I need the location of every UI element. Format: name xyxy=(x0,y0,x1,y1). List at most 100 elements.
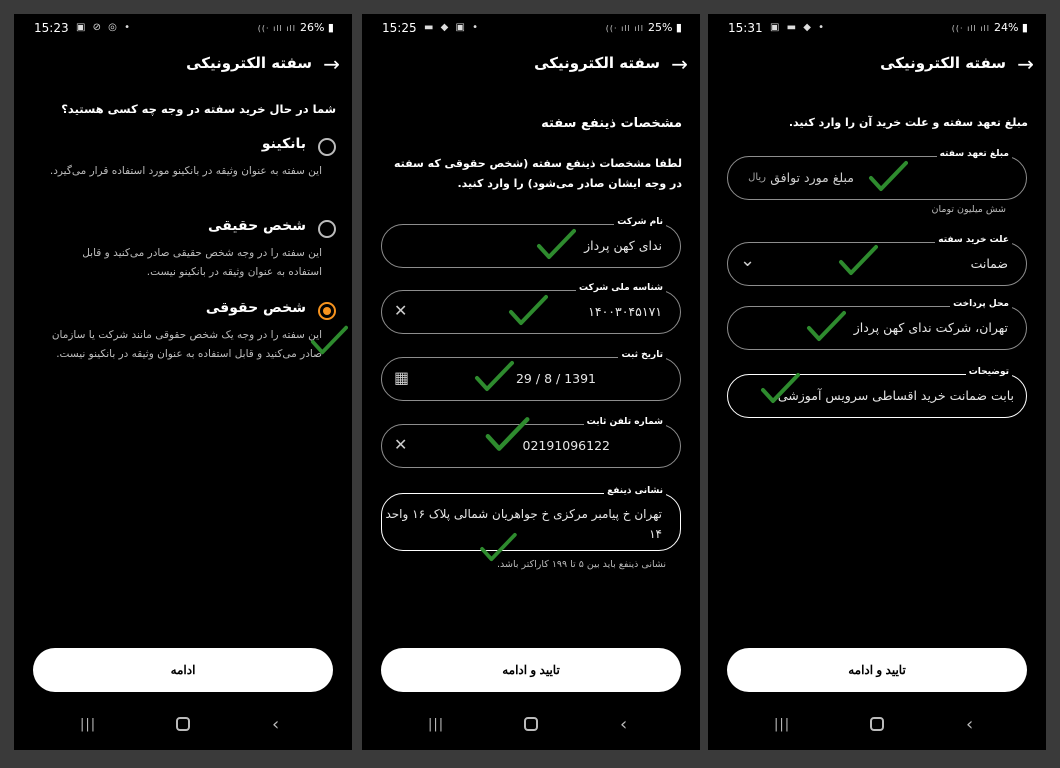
notification-icons: ▣ ▬ ◆ • xyxy=(770,22,827,33)
clear-x-icon[interactable]: ✕ xyxy=(394,435,407,454)
field-value: بابت ضمانت خرید اقساطی سرویس آموزشی xyxy=(777,388,1014,403)
status-bar: 15:23 ▣ ⊘ ◎ • ((· ıll ıll 26% ▮ xyxy=(14,14,352,42)
nav-back-icon[interactable]: ‹ xyxy=(966,714,973,735)
option-title-natural-person: شخص حقیقی xyxy=(208,218,306,234)
nav-bar: ||| ‹ xyxy=(362,714,700,736)
instruction-text: لطفا مشخصات ذینفع سفته (شخص حقوقی که سفت… xyxy=(393,157,682,190)
checkmark-icon xyxy=(508,294,548,326)
field-label: توضیحات xyxy=(965,367,1012,377)
page-title: سفته الکترونیکی xyxy=(534,54,660,72)
checkmark-icon xyxy=(474,532,522,562)
back-arrow-icon[interactable]: → xyxy=(671,52,688,76)
phone-screen-2: 15:25 ▬ ◆ ▣ • ((· ıll ıll 25% ▮ → سفته ال… xyxy=(362,14,700,750)
field-label: علت خرید سفته xyxy=(935,235,1012,245)
status-right: ((· ıll ıll 24% ▮ xyxy=(952,21,1028,34)
back-arrow-icon[interactable]: → xyxy=(1017,52,1034,76)
instruction-text: مبلغ تعهد سفته و علت خرید آن را وارد کنی… xyxy=(788,116,1028,129)
checkmark-icon xyxy=(474,360,514,392)
status-bar: 15:31 ▣ ▬ ◆ • ((· ıll ıll 24% ▮ xyxy=(708,14,1046,42)
page-title: سفته الکترونیکی xyxy=(880,54,1006,72)
phone-number-field[interactable]: شماره تلفن ثابت 02191096122 ✕ xyxy=(381,417,681,468)
signal-icon: ((· ıll ıll xyxy=(257,24,296,33)
currency-suffix: ریال xyxy=(748,172,766,183)
status-time: 15:23 xyxy=(34,21,69,35)
signal-icon: ((· ıll ıll xyxy=(605,24,644,33)
home-icon[interactable] xyxy=(524,717,538,731)
radio-natural-person[interactable] xyxy=(318,220,336,238)
field-label: مبلغ تعهد سفته xyxy=(936,149,1012,159)
status-bar: 15:25 ▬ ◆ ▣ • ((· ıll ıll 25% ▮ xyxy=(362,14,700,42)
battery-level: 24% xyxy=(993,21,1019,34)
confirm-continue-button[interactable]: تایید و ادامه xyxy=(727,648,1027,692)
field-value: ۱۴۰۰۳۰۴۵۱۷۱ xyxy=(588,304,662,319)
confirm-continue-button[interactable]: تایید و ادامه xyxy=(381,648,681,692)
back-arrow-icon[interactable]: → xyxy=(323,52,340,76)
section-title: مشخصات ذینفع سفته xyxy=(541,116,682,131)
chevron-down-icon[interactable]: ⌄ xyxy=(740,250,755,271)
recents-icon[interactable]: ||| xyxy=(80,717,96,732)
address-hint: نشانی ذینفع باید بین ۵ تا ۱۹۹ کاراکتر با… xyxy=(497,559,666,570)
battery-icon: ▮ xyxy=(672,21,682,34)
nav-back-icon[interactable]: ‹ xyxy=(620,714,627,735)
address-field[interactable]: نشانی ذینفع تهران خ پیامبر مرکزی خ جواهر… xyxy=(381,486,681,551)
option-desc-natural-person: این سفته را در وجه شخص حقیقی صادر می‌کنی… xyxy=(82,247,322,278)
home-icon[interactable] xyxy=(176,717,190,731)
battery-level: 26% xyxy=(299,21,325,34)
recents-icon[interactable]: ||| xyxy=(428,717,444,732)
phone-screen-3: 15:31 ▣ ▬ ◆ • ((· ıll ıll 24% ▮ → سفته ال… xyxy=(708,14,1046,750)
field-value: تهران، شرکت ندای کهن پرداز xyxy=(853,320,1008,335)
notification-icons: ▣ ⊘ ◎ • xyxy=(76,22,132,33)
battery-level: 25% xyxy=(647,21,673,34)
option-desc-bankino: این سفته به عنوان وثیقه در بانکینو مورد … xyxy=(49,165,322,177)
checkmark-icon xyxy=(310,320,348,360)
continue-button[interactable]: ادامه xyxy=(33,648,333,692)
status-time: 15:25 xyxy=(382,21,417,35)
payment-location-field[interactable]: محل پرداخت تهران، شرکت ندای کهن پرداز xyxy=(727,299,1027,350)
radio-legal-person[interactable] xyxy=(318,302,336,320)
checkmark-icon xyxy=(868,160,908,192)
option-title-legal-person: شخص حقوقی xyxy=(205,300,306,316)
signal-icon: ((· ıll ıll xyxy=(951,24,990,33)
nav-bar: ||| ‹ xyxy=(14,714,352,736)
radio-bankino[interactable] xyxy=(318,138,336,156)
status-right: ((· ıll ıll 25% ▮ xyxy=(606,21,682,34)
app-bar: → سفته الکترونیکی xyxy=(14,52,352,80)
checkmark-icon xyxy=(838,244,878,276)
field-value: 02191096122 xyxy=(522,438,610,453)
battery-icon: ▮ xyxy=(1018,21,1028,34)
field-value: ندای کهن پرداز xyxy=(584,238,662,253)
app-bar: → سفته الکترونیکی xyxy=(708,52,1046,80)
notification-icons: ▬ ◆ ▣ • xyxy=(424,22,481,33)
field-value: تهران خ پیامبر مرکزی خ جواهریان شمالی پل… xyxy=(385,507,662,541)
field-label: تاریخ ثبت xyxy=(618,350,666,360)
option-desc-legal-person: این سفته را در وجه یک شخص حقوقی مانند شر… xyxy=(51,329,322,360)
clear-x-icon[interactable]: ✕ xyxy=(394,301,407,320)
amount-in-words: شش میلیون تومان xyxy=(931,204,1006,215)
field-label: محل پرداخت xyxy=(950,299,1012,309)
field-value: ضمانت xyxy=(970,256,1008,271)
field-value: 1391 / 8 / 29 xyxy=(515,371,596,386)
field-label: نشانی ذینفع xyxy=(604,486,666,496)
checkmark-icon xyxy=(536,228,576,260)
field-label: شناسه ملی شرکت xyxy=(575,283,666,293)
page-title: سفته الکترونیکی xyxy=(186,54,312,72)
field-value: مبلغ مورد توافق xyxy=(770,170,854,185)
checkmark-icon xyxy=(484,416,530,452)
field-label: نام شرکت xyxy=(614,217,666,227)
nav-back-icon[interactable]: ‹ xyxy=(272,714,279,735)
nav-bar: ||| ‹ xyxy=(708,714,1046,736)
checkmark-icon xyxy=(760,372,800,404)
registration-date-field[interactable]: تاریخ ثبت 1391 / 8 / 29 ▦ xyxy=(381,350,681,401)
calendar-icon[interactable]: ▦ xyxy=(394,368,409,387)
recents-icon[interactable]: ||| xyxy=(774,717,790,732)
option-title-bankino: بانکینو xyxy=(261,136,306,152)
phone-screen-1: 15:23 ▣ ⊘ ◎ • ((· ıll ıll 26% ▮ → سفته ال… xyxy=(14,14,352,750)
checkmark-icon xyxy=(806,310,846,342)
home-icon[interactable] xyxy=(870,717,884,731)
company-name-field[interactable]: نام شرکت ندای کهن پرداز xyxy=(381,217,681,268)
app-bar: → سفته الکترونیکی xyxy=(362,52,700,80)
question-text: شما در حال خرید سفته در وجه چه کسی هستید… xyxy=(61,102,336,116)
battery-icon: ▮ xyxy=(324,21,334,34)
field-label: شماره تلفن ثابت xyxy=(583,417,666,427)
status-right: ((· ıll ıll 26% ▮ xyxy=(258,21,334,34)
